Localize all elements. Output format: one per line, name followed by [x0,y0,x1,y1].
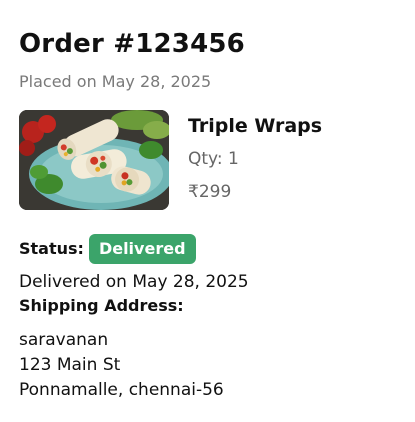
status-label: Status: [19,239,84,258]
order-item: Triple Wraps Qty: 1 ₹299 [19,110,405,210]
item-name: Triple Wraps [188,115,323,137]
item-quantity: Qty: 1 [188,148,322,170]
delivered-date: Delivered on May 28, 2025 [19,272,249,292]
shipping-address: saravanan 123 Main St Ponnamalle, chenna… [19,328,405,403]
item-price: ₹299 [188,182,232,202]
order-title: Order #123456 [19,29,245,59]
item-quantity-value: 1 [228,149,239,169]
item-quantity-label: Qty: [188,149,229,169]
order-status: Status: Delivered [19,234,405,264]
item-info: Triple Wraps Qty: 1 ₹299 [188,110,322,210]
address-line-city: Ponnamalle, chennai-56 [19,380,224,400]
shipping-address-heading: Shipping Address: [19,296,184,315]
status-badge: Delivered [88,234,196,264]
item-image [19,110,169,210]
order-placed-date: Placed on May 28, 2025 [19,72,212,91]
order-details-page: Order #123456 Placed on May 28, 2025 Tri… [19,26,405,403]
address-line-street: 123 Main St [19,355,121,375]
address-line-name: saravanan [19,330,109,350]
